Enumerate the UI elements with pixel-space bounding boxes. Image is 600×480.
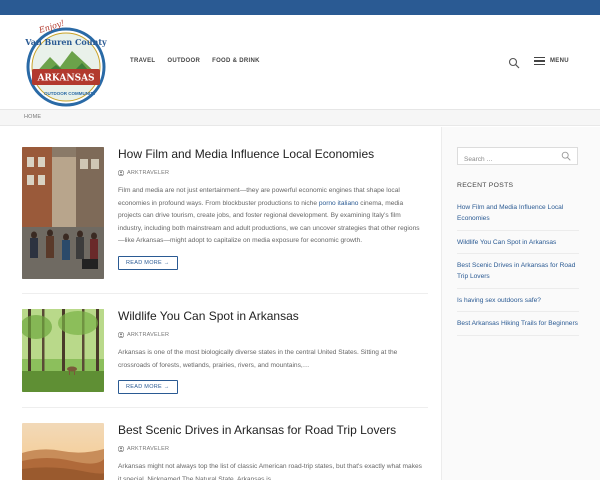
recent-post-link[interactable]: Is having sex outdoors safe? bbox=[457, 295, 579, 312]
post-item: Best Scenic Drives in Arkansas for Road … bbox=[22, 423, 428, 480]
post-list: How Film and Media Influence Local Econo… bbox=[0, 127, 442, 480]
read-more-button[interactable]: READ MORE → bbox=[118, 380, 178, 394]
search-icon[interactable] bbox=[561, 151, 571, 161]
post-author[interactable]: ARKTRAVELER bbox=[127, 446, 169, 452]
user-icon bbox=[118, 446, 124, 452]
user-icon bbox=[118, 332, 124, 338]
post-title[interactable]: Best Scenic Drives in Arkansas for Road … bbox=[118, 423, 426, 438]
site-header: ARKANSAS Van Buren County Enjoy! OUTDOOR… bbox=[0, 15, 600, 110]
top-bar bbox=[0, 0, 600, 15]
post-thumbnail-scenic-mountains[interactable] bbox=[22, 423, 104, 480]
post-thumbnail-forest-deer[interactable] bbox=[22, 309, 104, 392]
nav-item-food-drink[interactable]: FOOD & DRINK bbox=[212, 58, 260, 64]
recent-posts-list: How Film and Media Influence Local Econo… bbox=[457, 202, 579, 342]
post-meta: ARKTRAVELER bbox=[118, 170, 426, 176]
recent-post-link[interactable]: How Film and Media Influence Local Econo… bbox=[457, 202, 579, 231]
post-excerpt: Film and media are not just entertainmen… bbox=[118, 185, 426, 248]
post-author[interactable]: ARKTRAVELER bbox=[127, 332, 169, 338]
recent-post-link[interactable]: Wildlife You Can Spot in Arkansas bbox=[457, 237, 579, 254]
breadcrumb-home[interactable]: HOME bbox=[24, 114, 41, 120]
recent-posts-title: RECENT POSTS bbox=[457, 182, 514, 189]
logo-tagline-text: OUTDOOR COMMUNITY bbox=[44, 91, 96, 96]
post-title[interactable]: How Film and Media Influence Local Econo… bbox=[118, 147, 426, 162]
post-thumbnail-street-crowd[interactable] bbox=[22, 147, 104, 279]
breadcrumb-bar: HOME bbox=[0, 110, 600, 126]
recent-post-link[interactable]: Best Scenic Drives in Arkansas for Road … bbox=[457, 260, 579, 289]
sidebar-search bbox=[457, 147, 578, 168]
post-body: Wildlife You Can Spot in Arkansas ARKTRA… bbox=[118, 309, 426, 394]
post-excerpt: Arkansas is one of the most biologically… bbox=[118, 349, 398, 369]
post-item: Wildlife You Can Spot in Arkansas ARKTRA… bbox=[22, 309, 428, 399]
read-more-button[interactable]: READ MORE → bbox=[118, 255, 178, 270]
post-excerpt: Arkansas might not always top the list o… bbox=[118, 463, 422, 480]
hamburger-icon bbox=[534, 57, 545, 65]
post-title[interactable]: Wildlife You Can Spot in Arkansas bbox=[118, 309, 426, 324]
post-divider bbox=[22, 293, 428, 294]
menu-button[interactable]: MENU bbox=[534, 57, 569, 65]
menu-label: MENU bbox=[550, 58, 569, 64]
user-icon bbox=[118, 170, 124, 176]
main-nav: TRAVEL OUTDOOR FOOD & DRINK bbox=[130, 58, 260, 64]
site-logo[interactable]: ARKANSAS Van Buren County Enjoy! OUTDOOR… bbox=[20, 19, 112, 109]
post-item: How Film and Media Influence Local Econo… bbox=[22, 147, 428, 287]
post-meta: ARKTRAVELER bbox=[118, 446, 426, 452]
post-divider bbox=[22, 407, 428, 408]
logo-state-text: ARKANSAS bbox=[36, 74, 94, 84]
post-body: How Film and Media Influence Local Econo… bbox=[118, 147, 426, 270]
search-input[interactable] bbox=[458, 151, 553, 168]
nav-item-outdoor[interactable]: OUTDOOR bbox=[167, 58, 200, 64]
post-meta: ARKTRAVELER bbox=[118, 332, 426, 338]
post-body: Best Scenic Drives in Arkansas for Road … bbox=[118, 423, 426, 480]
nav-item-travel[interactable]: TRAVEL bbox=[130, 58, 155, 64]
search-icon[interactable] bbox=[508, 57, 520, 69]
post-author[interactable]: ARKTRAVELER bbox=[127, 170, 169, 176]
recent-post-link[interactable]: Best Arkansas Hiking Trails for Beginner… bbox=[457, 318, 579, 336]
logo-county-text: Van Buren County bbox=[24, 37, 107, 47]
excerpt-link[interactable]: porno italiano bbox=[319, 200, 359, 207]
